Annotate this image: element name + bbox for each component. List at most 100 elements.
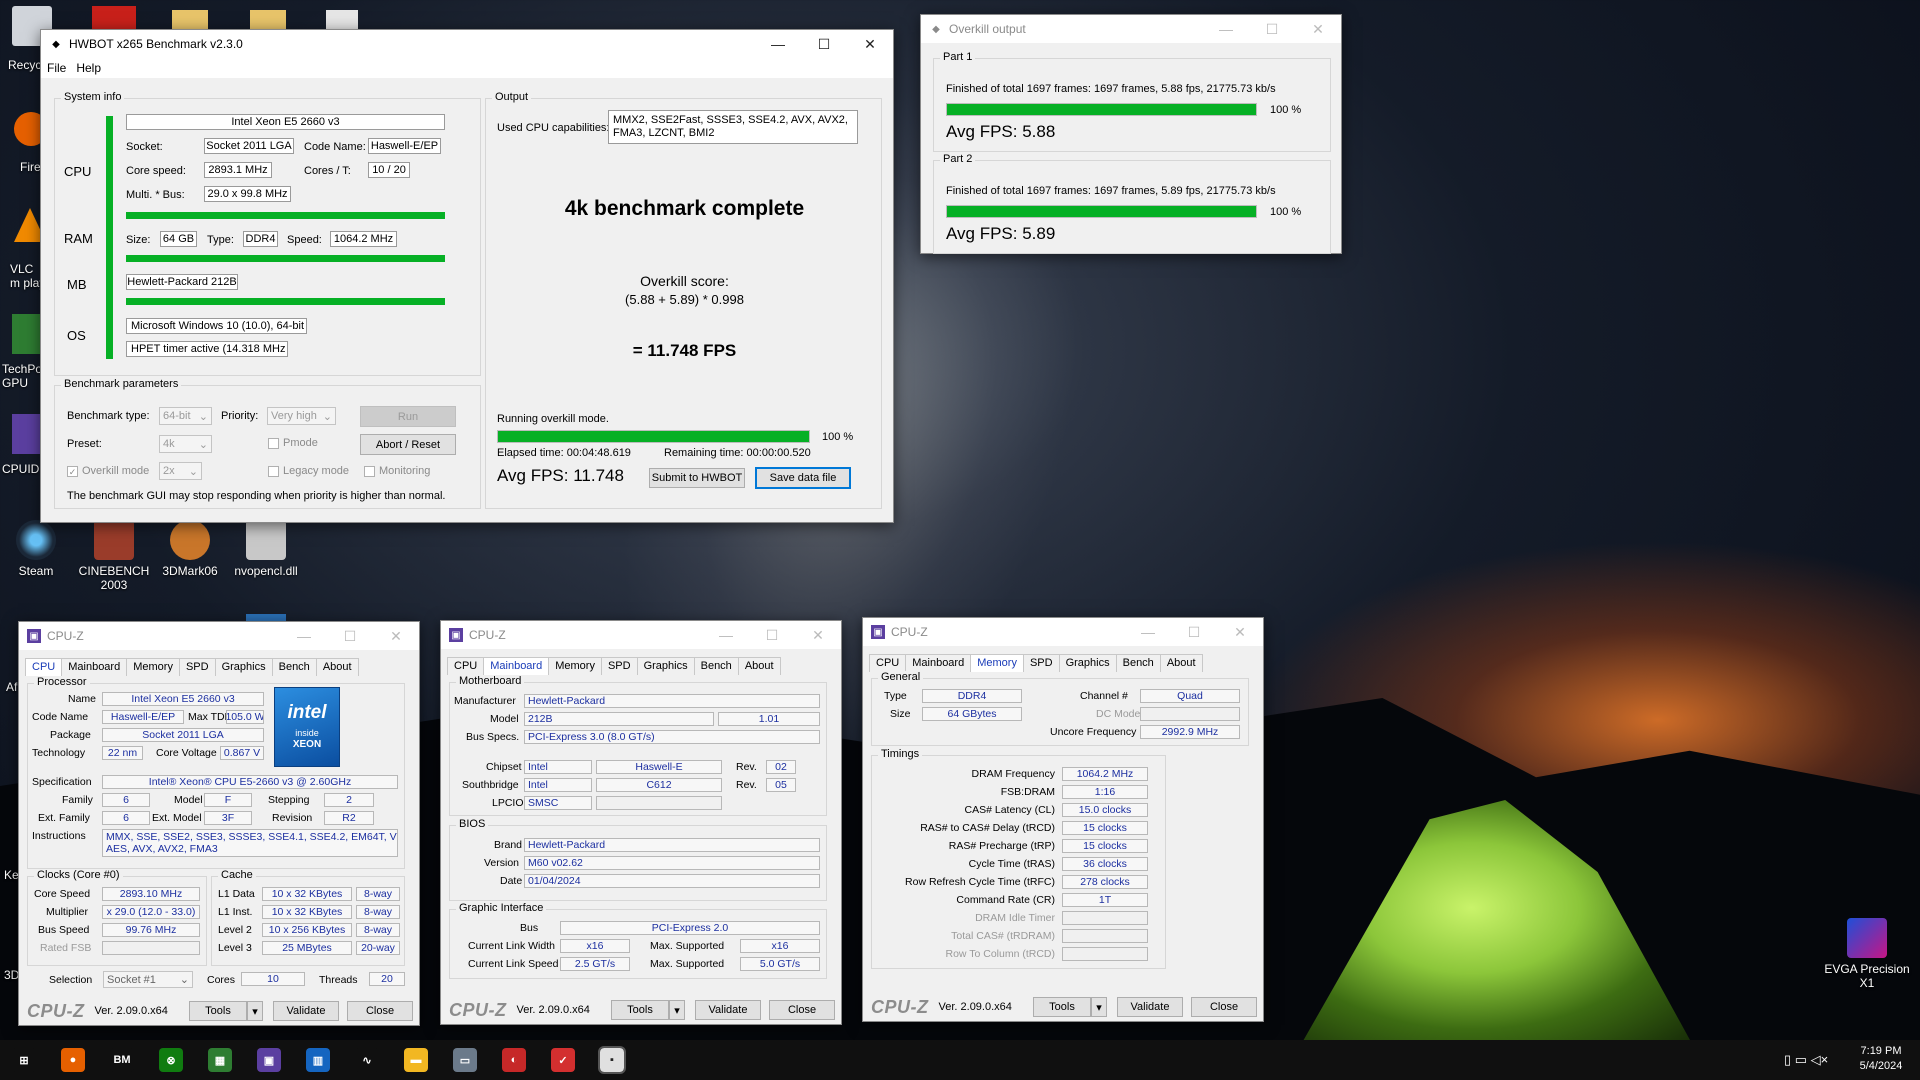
tab-bench[interactable]: Bench	[271, 658, 317, 676]
titlebar[interactable]: ▣ CPU-Z — ☐ ✕	[441, 621, 841, 649]
tools-button[interactable]: Tools	[611, 1000, 669, 1020]
tab-spd[interactable]: SPD	[1022, 654, 1060, 672]
taskbar-cinebench-icon[interactable]: ◐	[502, 1048, 526, 1072]
maximize-button[interactable]: ☐	[1249, 15, 1295, 43]
maximize-button[interactable]: ☐	[801, 30, 847, 58]
tab-about[interactable]: About	[1159, 654, 1203, 672]
close-button[interactable]: ✕	[1217, 618, 1263, 646]
taskbar-benchmate-icon[interactable]: BM	[110, 1048, 134, 1072]
taskbar-x265-icon[interactable]: ▪	[598, 1046, 626, 1074]
close-button[interactable]: ✕	[1295, 15, 1341, 43]
menu-file[interactable]: File	[47, 61, 66, 75]
validate-button[interactable]: Validate	[273, 1001, 339, 1021]
menu-help[interactable]: Help	[76, 61, 101, 75]
taskbar-explorer-icon[interactable]: ▬	[404, 1048, 428, 1072]
overkill-select[interactable]: 2x ⌄	[159, 462, 202, 480]
tab-memory[interactable]: Memory	[548, 657, 602, 675]
close-cpuz-button[interactable]: Close	[1191, 997, 1257, 1017]
taskbar-xbox-icon[interactable]: ⊗	[159, 1048, 183, 1072]
benchmark-type-select[interactable]: 64-bit ⌄	[159, 407, 212, 425]
preset-select[interactable]: 4k ⌄	[159, 435, 212, 453]
tab-mainboard[interactable]: Mainboard	[483, 657, 550, 675]
tab-bench[interactable]: Bench	[1115, 654, 1161, 672]
desktop-icon-evga[interactable]: EVGA Precision X1	[1822, 918, 1912, 990]
desktop-icon-steam[interactable]: Steam	[0, 520, 76, 578]
tab-cpu[interactable]: CPU	[25, 658, 63, 676]
minimize-button[interactable]: —	[1125, 618, 1171, 646]
taskbar-cpu-z-icon[interactable]: ▣	[257, 1048, 281, 1072]
monitoring-checkbox[interactable]: Monitoring	[364, 465, 430, 477]
tab-graphics[interactable]: Graphics	[214, 658, 273, 676]
cpu-status-bar	[126, 212, 445, 219]
tools-dropdown-arrow-icon[interactable]: ▾	[669, 1000, 685, 1020]
legacy-mode-checkbox[interactable]: Legacy mode	[268, 465, 349, 477]
taskbar-monitor-icon[interactable]: ∿	[355, 1048, 379, 1072]
submit-to-hwbot-button[interactable]: Submit to HWBOT	[649, 468, 745, 488]
desktop-icon-3dmark06[interactable]: 3DMark06	[150, 520, 230, 578]
taskbar-remote-icon[interactable]: ▭	[453, 1048, 477, 1072]
desktop-icon-nvopencl[interactable]: nvopencl.dll	[226, 520, 306, 578]
taskbar-hwbot-icon[interactable]: ✓	[551, 1048, 575, 1072]
tab-mainboard[interactable]: Mainboard	[905, 654, 972, 672]
priority-select[interactable]: Very high ⌄	[267, 407, 336, 425]
tools-dropdown-arrow-icon[interactable]: ▾	[247, 1001, 263, 1021]
socket-select[interactable]: Socket #1 ⌄	[103, 971, 193, 988]
pmode-checkbox[interactable]: Pmode	[268, 437, 318, 449]
tab-about[interactable]: About	[737, 657, 781, 675]
validate-button[interactable]: Validate	[695, 1000, 761, 1020]
taskbar-gpu-z-icon[interactable]: ▦	[208, 1048, 232, 1072]
tools-button[interactable]: Tools	[189, 1001, 247, 1021]
close-cpuz-button[interactable]: Close	[769, 1000, 835, 1020]
tab-graphics[interactable]: Graphics	[636, 657, 695, 675]
run-button[interactable]: Run	[360, 406, 456, 427]
cpuz-cpu-window[interactable]: ▣ CPU-Z — ☐ ✕ CPU Mainboard Memory SPD G…	[18, 621, 420, 1026]
hwbot-window[interactable]: ◆ HWBOT x265 Benchmark v2.3.0 — ☐ ✕ File…	[40, 29, 894, 523]
validate-button[interactable]: Validate	[1117, 997, 1183, 1017]
overkill-mode-checkbox[interactable]: ✓ Overkill mode	[67, 465, 149, 477]
maximize-button[interactable]: ☐	[1171, 618, 1217, 646]
ram-speed-field: 1064.2 MHz	[330, 231, 397, 247]
app-icon-partial[interactable]	[92, 6, 136, 30]
minimize-button[interactable]: —	[1203, 15, 1249, 43]
tab-spd[interactable]: SPD	[600, 657, 638, 675]
tab-memory[interactable]: Memory	[126, 658, 180, 676]
taskbar-hwinfo-icon[interactable]: ▥	[306, 1048, 330, 1072]
tab-cpu[interactable]: CPU	[869, 654, 907, 672]
minimize-button[interactable]: —	[703, 621, 749, 649]
tab-mainboard[interactable]: Mainboard	[61, 658, 128, 676]
minimize-button[interactable]: —	[755, 30, 801, 58]
taskbar-start-icon[interactable]: ⊞	[12, 1048, 36, 1072]
ext-family-value: 6	[102, 811, 150, 825]
tray-icons[interactable]: ▯ ▭ ◁×	[1784, 1052, 1828, 1067]
tab-cpu[interactable]: CPU	[447, 657, 485, 675]
titlebar[interactable]: ▣ CPU-Z — ☐ ✕	[19, 622, 419, 650]
close-button[interactable]: ✕	[373, 622, 419, 650]
tab-bench[interactable]: Bench	[693, 657, 739, 675]
taskbar-firefox-icon[interactable]: ●	[61, 1048, 85, 1072]
abort-reset-button[interactable]: Abort / Reset	[360, 434, 456, 455]
close-button[interactable]: ✕	[795, 621, 841, 649]
desktop-icon-label: CINEBENCH 2003	[78, 564, 150, 592]
titlebar[interactable]: ◆ Overkill output — ☐ ✕	[921, 15, 1341, 43]
cpuz-mainboard-window[interactable]: ▣ CPU-Z — ☐ ✕ CPU Mainboard Memory SPD G…	[440, 620, 842, 1025]
overkill-output-window[interactable]: ◆ Overkill output — ☐ ✕ Part 1 Finished …	[920, 14, 1342, 254]
close-cpuz-button[interactable]: Close	[347, 1001, 413, 1021]
titlebar[interactable]: ▣ CPU-Z — ☐ ✕	[863, 618, 1263, 646]
minimize-button[interactable]: —	[281, 622, 327, 650]
clock[interactable]: 7:19 PM 5/4/2024	[1846, 1044, 1916, 1074]
close-button[interactable]: ✕	[847, 30, 893, 58]
maximize-button[interactable]: ☐	[327, 622, 373, 650]
tab-spd[interactable]: SPD	[178, 658, 216, 676]
tab-bar: CPU Mainboard Memory SPD Graphics Bench …	[447, 657, 781, 675]
titlebar[interactable]: ◆ HWBOT x265 Benchmark v2.3.0 — ☐ ✕	[41, 30, 893, 58]
save-data-file-button[interactable]: Save data file	[755, 467, 851, 489]
desktop-icon-cinebench[interactable]: CINEBENCH 2003	[74, 520, 154, 592]
tab-about[interactable]: About	[315, 658, 359, 676]
cpuz-memory-window[interactable]: ▣ CPU-Z — ☐ ✕ CPU Mainboard Memory SPD G…	[862, 617, 1264, 1022]
tools-button[interactable]: Tools	[1033, 997, 1091, 1017]
technology-label: Technology	[32, 747, 86, 759]
tab-memory[interactable]: Memory	[970, 654, 1024, 672]
tab-graphics[interactable]: Graphics	[1058, 654, 1117, 672]
tools-dropdown-arrow-icon[interactable]: ▾	[1091, 997, 1107, 1017]
maximize-button[interactable]: ☐	[749, 621, 795, 649]
